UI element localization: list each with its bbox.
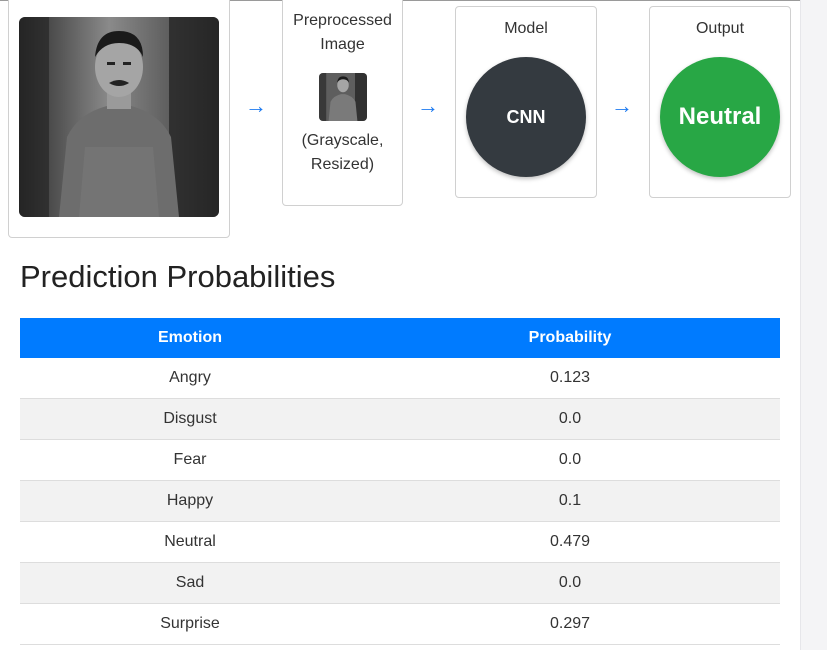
emotion-cell: Happy: [20, 480, 360, 522]
model-title: Model: [504, 20, 548, 37]
input-photo: [19, 17, 219, 217]
output-title: Output: [695, 20, 745, 37]
table-header-row: Emotion Probability: [20, 318, 780, 358]
preprocessed-card: Preprocessed Image (Grayscale, Resized): [282, 0, 403, 206]
emotion-cell: Neutral: [20, 521, 360, 563]
probability-cell: 0.123: [360, 358, 780, 399]
probability-cell: 0.1: [360, 480, 780, 522]
model-card: Model CNN: [455, 6, 597, 198]
output-card: Output Neutral: [649, 6, 791, 198]
table-row: Neutral 0.479: [20, 521, 780, 563]
input-image-card: [8, 0, 230, 238]
arrow-right-icon: →: [611, 93, 633, 118]
emotion-cell: Disgust: [20, 398, 360, 440]
model-badge: CNN: [466, 57, 586, 177]
emotion-cell: Surprise: [20, 603, 360, 645]
probability-cell: 0.479: [360, 521, 780, 563]
probability-table: Emotion Probability Angry 0.123 Disgust …: [20, 318, 780, 645]
preprocessed-title: Preprocessed Image: [293, 12, 392, 53]
probability-cell: 0.0: [360, 562, 780, 604]
emotion-cell: Fear: [20, 439, 360, 481]
table-row: Fear 0.0: [20, 439, 780, 481]
arrow-right-icon: →: [417, 93, 439, 118]
table-row: Surprise 0.297: [20, 603, 780, 645]
arrow-right-icon: →: [245, 93, 267, 118]
table-row: Angry 0.123: [20, 358, 780, 399]
preprocessed-thumbnail: [319, 73, 367, 121]
table-row: Happy 0.1: [20, 480, 780, 522]
probability-cell: 0.0: [360, 439, 780, 481]
table-row: Sad 0.0: [20, 562, 780, 604]
emotion-cell: Sad: [20, 562, 360, 604]
model-label: CNN: [506, 106, 546, 127]
section-title: Prediction Probabilities: [20, 259, 336, 294]
emotion-cell: Angry: [20, 358, 360, 399]
page-scroll-gutter[interactable]: [800, 0, 827, 650]
output-label: Neutral: [678, 103, 762, 130]
probability-cell: 0.297: [360, 603, 780, 645]
column-header-emotion: Emotion: [20, 318, 360, 358]
probability-cell: 0.0: [360, 398, 780, 440]
preprocessed-caption: (Grayscale, Resized): [301, 132, 384, 173]
column-header-probability: Probability: [360, 318, 780, 358]
output-badge: Neutral: [660, 57, 780, 177]
table-row: Disgust 0.0: [20, 398, 780, 440]
